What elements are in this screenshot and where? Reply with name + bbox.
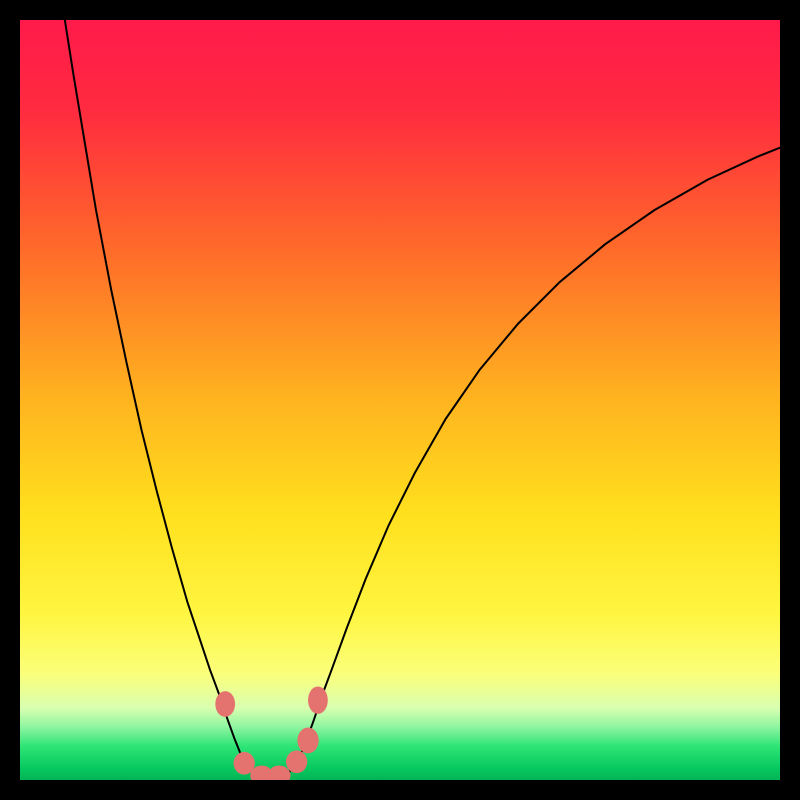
marker-4 [286, 750, 307, 773]
marker-5 [297, 728, 318, 754]
chart-svg [20, 20, 780, 780]
chart-frame: TheBottleneck.com [20, 20, 780, 780]
marker-6 [308, 687, 328, 714]
marker-0 [215, 691, 235, 717]
